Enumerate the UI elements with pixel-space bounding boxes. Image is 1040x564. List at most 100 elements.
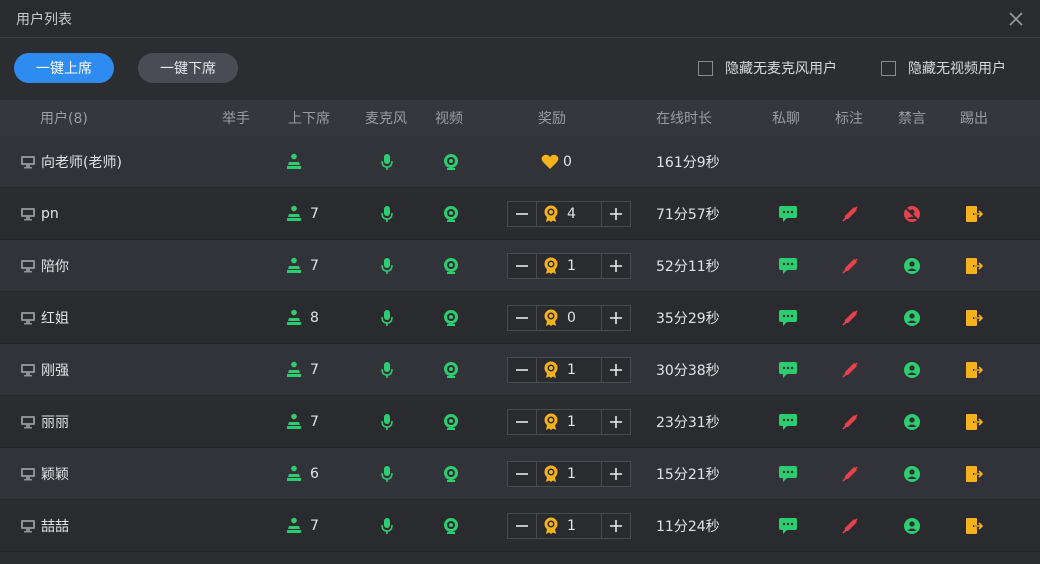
- mic-icon[interactable]: [380, 500, 394, 551]
- online-time: 23分31秒: [656, 414, 720, 431]
- seat-count: 7: [310, 517, 319, 534]
- reward-stepper-box: 0: [507, 304, 631, 331]
- plus-icon[interactable]: [602, 410, 630, 434]
- mic-icon[interactable]: [380, 240, 394, 291]
- plus-icon[interactable]: [602, 306, 630, 330]
- reward-stepper: 1: [507, 500, 631, 551]
- chat-icon[interactable]: [779, 448, 797, 499]
- hide-no-video-checkbox[interactable]: 隐藏无视频用户: [881, 58, 1006, 78]
- mic-icon[interactable]: [380, 136, 394, 187]
- camera-icon[interactable]: [442, 500, 460, 551]
- user-speak-icon[interactable]: [903, 500, 921, 551]
- mic-icon[interactable]: [380, 396, 394, 447]
- camera-icon[interactable]: [442, 240, 460, 291]
- toolbar: 一键上席 一键下席 隐藏无麦克风用户 隐藏无视频用户: [0, 38, 1040, 98]
- online-time: 71分57秒: [656, 206, 720, 223]
- camera-icon[interactable]: [442, 396, 460, 447]
- chat-icon[interactable]: [779, 500, 797, 551]
- kick-icon[interactable]: [965, 448, 983, 499]
- chat-icon[interactable]: [779, 188, 797, 239]
- minus-icon[interactable]: [508, 462, 536, 486]
- table-row: 喆喆 7 1 11分24秒: [0, 500, 1040, 552]
- table-row: 红姐 8 0 35分29秒: [0, 292, 1040, 344]
- reward-value-box: 1: [536, 253, 602, 278]
- kick-icon[interactable]: [965, 344, 983, 395]
- user-name: 向老师(老师): [41, 154, 122, 171]
- user-speak-icon[interactable]: [903, 448, 921, 499]
- mark-pen-icon[interactable]: [841, 240, 859, 291]
- user-speak-icon[interactable]: [903, 344, 921, 395]
- mic-icon[interactable]: [380, 188, 394, 239]
- all-up-button[interactable]: 一键上席: [14, 53, 114, 83]
- plus-icon[interactable]: [602, 202, 630, 226]
- seat-icon[interactable]: [286, 344, 302, 395]
- seat-count: 8: [310, 309, 319, 326]
- mark-pen-icon[interactable]: [841, 292, 859, 343]
- mic-icon[interactable]: [380, 344, 394, 395]
- plus-icon[interactable]: [602, 462, 630, 486]
- kick-icon[interactable]: [965, 292, 983, 343]
- camera-icon[interactable]: [442, 136, 460, 187]
- seat-icon[interactable]: [286, 396, 302, 447]
- minus-icon[interactable]: [508, 358, 536, 382]
- plus-icon[interactable]: [602, 254, 630, 278]
- plus-icon[interactable]: [602, 358, 630, 382]
- mic-icon[interactable]: [380, 448, 394, 499]
- camera-icon[interactable]: [442, 344, 460, 395]
- hide-no-mic-box[interactable]: [698, 60, 713, 76]
- camera-icon[interactable]: [442, 188, 460, 239]
- seat-icon[interactable]: [286, 292, 302, 343]
- monitor-icon: [20, 292, 36, 343]
- user-name: 喆喆: [41, 518, 69, 535]
- reward-stepper-box: 4: [507, 200, 631, 227]
- all-down-button[interactable]: 一键下席: [138, 53, 238, 83]
- chat-icon[interactable]: [779, 240, 797, 291]
- mark-pen-icon[interactable]: [841, 188, 859, 239]
- hide-no-video-box[interactable]: [881, 60, 896, 76]
- kick-icon[interactable]: [965, 500, 983, 551]
- mark-pen-icon[interactable]: [841, 500, 859, 551]
- camera-icon[interactable]: [442, 448, 460, 499]
- table-row: 陪你 7 1 52分11秒: [0, 240, 1040, 292]
- seat-icon[interactable]: [286, 188, 302, 239]
- heart-icon: [541, 136, 559, 187]
- chat-icon[interactable]: [779, 396, 797, 447]
- seat-icon[interactable]: [286, 240, 302, 291]
- mic-icon[interactable]: [380, 292, 394, 343]
- hide-no-mic-checkbox[interactable]: 隐藏无麦克风用户: [698, 58, 837, 78]
- muted-icon[interactable]: [903, 188, 921, 239]
- user-speak-icon[interactable]: [903, 292, 921, 343]
- table-row: pn 7 4 71分57秒: [0, 188, 1040, 240]
- col-user: 用户(8): [40, 111, 88, 127]
- online-time: 52分11秒: [656, 258, 720, 275]
- table-row: 刚强 7 1 30分38秒: [0, 344, 1040, 396]
- reward-value-box: 1: [536, 461, 602, 486]
- kick-icon[interactable]: [965, 240, 983, 291]
- minus-icon[interactable]: [508, 202, 536, 226]
- monitor-icon: [20, 344, 36, 395]
- seat-icon[interactable]: [286, 500, 302, 551]
- chat-icon[interactable]: [779, 292, 797, 343]
- plus-icon[interactable]: [602, 514, 630, 538]
- medal-icon: [543, 257, 559, 275]
- reward-value: 0: [567, 309, 576, 326]
- window-title: 用户列表: [16, 11, 72, 28]
- camera-icon[interactable]: [442, 292, 460, 343]
- mark-pen-icon[interactable]: [841, 344, 859, 395]
- reward-stepper-box: 1: [507, 460, 631, 487]
- mark-pen-icon[interactable]: [841, 448, 859, 499]
- minus-icon[interactable]: [508, 306, 536, 330]
- mark-pen-icon[interactable]: [841, 396, 859, 447]
- hide-no-mic-label: 隐藏无麦克风用户: [725, 61, 837, 77]
- kick-icon[interactable]: [965, 188, 983, 239]
- user-speak-icon[interactable]: [903, 396, 921, 447]
- minus-icon[interactable]: [508, 514, 536, 538]
- seat-icon[interactable]: [286, 448, 302, 499]
- user-speak-icon[interactable]: [903, 240, 921, 291]
- seat-icon[interactable]: [286, 136, 302, 187]
- kick-icon[interactable]: [965, 396, 983, 447]
- minus-icon[interactable]: [508, 410, 536, 434]
- chat-icon[interactable]: [779, 344, 797, 395]
- minus-icon[interactable]: [508, 254, 536, 278]
- close-icon[interactable]: [1006, 9, 1026, 29]
